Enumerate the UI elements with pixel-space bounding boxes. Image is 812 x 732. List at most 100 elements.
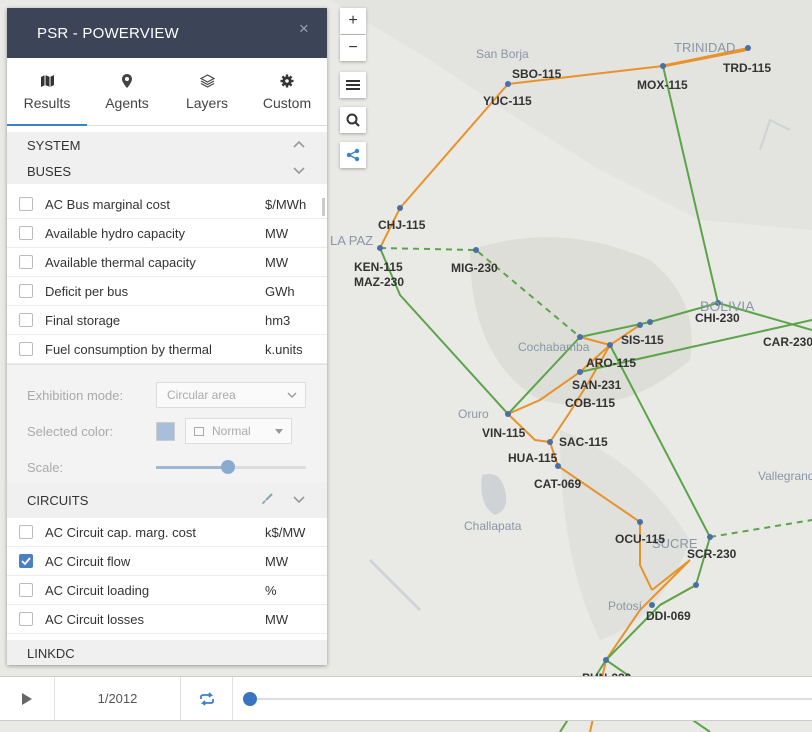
bus-label: CAR-230 (763, 335, 812, 349)
share-icon (346, 148, 360, 162)
chevron-down-icon[interactable] (293, 494, 305, 506)
bus-label: CHJ-115 (378, 218, 426, 232)
bus-node (607, 342, 613, 348)
list-item[interactable]: AC Circuit loading% (7, 576, 327, 605)
tab-results[interactable]: Results (7, 58, 87, 126)
section-title: BUSES (27, 163, 72, 179)
search-button[interactable] (340, 107, 366, 133)
tab-label: Results (23, 94, 71, 111)
tab-label: Custom (262, 94, 312, 111)
result-label: AC Bus marginal cost (45, 196, 170, 212)
list-item[interactable]: Deficit per bus GWh (7, 277, 327, 306)
brush-icon[interactable] (261, 492, 273, 508)
timeline-handle[interactable] (243, 692, 257, 706)
gear-icon (280, 73, 294, 89)
scale-slider[interactable] (156, 459, 306, 475)
checkbox[interactable] (19, 612, 33, 626)
bus-label: ARO-115 (586, 356, 636, 370)
panel-header: PSR - POWERVIEW × (7, 8, 327, 58)
timeline-slider[interactable] (233, 677, 812, 720)
bus-node (637, 322, 643, 328)
slider-handle[interactable] (221, 460, 235, 474)
bus-node (377, 245, 383, 251)
scrollbar[interactable] (322, 198, 325, 216)
selected-color-row: Selected color: Normal (27, 413, 307, 449)
section-linkdc[interactable]: LINKDC (7, 640, 327, 665)
result-label: Available hydro capacity (45, 225, 185, 241)
timeline-bar: 1/2012 (0, 676, 812, 721)
list-item[interactable]: Fuel consumption by thermal k.units (7, 335, 327, 364)
list-item[interactable]: Available thermal capacity MW (7, 248, 327, 277)
timeline-track (243, 698, 812, 700)
loop-button[interactable] (181, 677, 233, 720)
color-swatch[interactable] (156, 421, 175, 441)
play-button[interactable] (0, 677, 55, 720)
checkbox[interactable] (19, 284, 33, 298)
place-label: Vallegrande (758, 469, 812, 483)
checkbox[interactable] (19, 525, 33, 539)
bus-label: SAN-231 (572, 378, 622, 392)
bus-label: SCR-230 (687, 547, 737, 561)
checkbox[interactable] (19, 583, 33, 597)
result-label: AC Circuit cap. marg. cost (45, 524, 196, 540)
list-item[interactable]: Final storage hm3 (7, 306, 327, 335)
bus-label: HUA-115 (508, 451, 558, 465)
bus-node (603, 657, 609, 663)
tab-custom[interactable]: Custom (247, 58, 327, 125)
unit-label: MW (265, 225, 289, 241)
bus-label: YUC-115 (483, 94, 532, 108)
checkbox[interactable] (19, 197, 33, 211)
zoom-out-button[interactable]: − (340, 35, 366, 61)
section-system[interactable]: SYSTEM (7, 132, 327, 158)
place-label: Challapata (464, 519, 522, 533)
bus-results-list: AC Bus marginal cost $/MWh Available hydr… (7, 190, 327, 364)
tab-label: Agents (105, 94, 149, 111)
exhibition-mode-value: Circular area (167, 388, 236, 402)
result-label: AC Circuit loading (45, 582, 150, 598)
section-circuits[interactable]: CIRCUITS (7, 482, 327, 518)
section-title: LINKDC (27, 645, 75, 661)
place-label: LA PAZ (330, 233, 373, 248)
color-mode-select[interactable]: Normal (185, 418, 292, 444)
bus-node (637, 519, 643, 525)
chevron-down-icon[interactable] (293, 165, 305, 177)
list-item[interactable]: AC Circuit cap. marg. cost k$/MW (7, 518, 327, 547)
list-item[interactable]: AC Bus marginal cost $/MWh (7, 190, 327, 219)
checkbox[interactable] (19, 226, 33, 240)
result-label: Deficit per bus (45, 283, 129, 299)
zoom-in-button[interactable]: + (340, 8, 366, 34)
list-item[interactable]: AC Circuit flow MW (7, 547, 327, 576)
place-label: TRINIDAD (674, 40, 735, 55)
result-label: Final storage (45, 312, 121, 328)
bus-label: OCU-115 (615, 532, 665, 546)
pin-icon (122, 73, 132, 89)
list-item[interactable]: AC Circuit losses MW (7, 605, 327, 634)
results-list[interactable]: SYSTEM BUSES AC Bus marginal cost $/MWh A… (7, 126, 327, 665)
checkbox[interactable] (19, 255, 33, 269)
legend-button[interactable] (340, 72, 366, 98)
exhibition-mode-select[interactable]: Circular area (156, 382, 306, 408)
close-icon[interactable]: × (299, 19, 309, 39)
unit-label: GWh (265, 283, 295, 299)
place-label: Potosí (608, 599, 643, 613)
bus-label: MIG-230 (451, 261, 498, 275)
tab-layers[interactable]: Layers (167, 58, 247, 125)
bus-label: KEN-115 (354, 260, 403, 274)
circuit-results-list: AC Circuit cap. marg. cost k$/MW AC Circu… (7, 518, 327, 634)
checkbox[interactable] (19, 342, 33, 356)
unit-label: MW (265, 254, 289, 270)
chevron-up-icon[interactable] (293, 139, 305, 151)
section-title: SYSTEM (27, 137, 81, 153)
check-icon (21, 557, 31, 565)
color-mode-value: Normal (212, 424, 251, 438)
tab-agents[interactable]: Agents (87, 58, 167, 125)
place-label: San Borja (476, 47, 529, 61)
checkbox[interactable] (19, 313, 33, 327)
bus-node (660, 63, 666, 69)
checkbox-checked[interactable] (19, 554, 33, 568)
section-title: CIRCUITS (27, 492, 89, 508)
share-button[interactable] (340, 142, 366, 168)
list-item[interactable]: Available hydro capacity MW (7, 219, 327, 248)
section-buses[interactable]: BUSES (7, 158, 327, 184)
exhibition-mode-label: Exhibition mode: (27, 387, 124, 403)
